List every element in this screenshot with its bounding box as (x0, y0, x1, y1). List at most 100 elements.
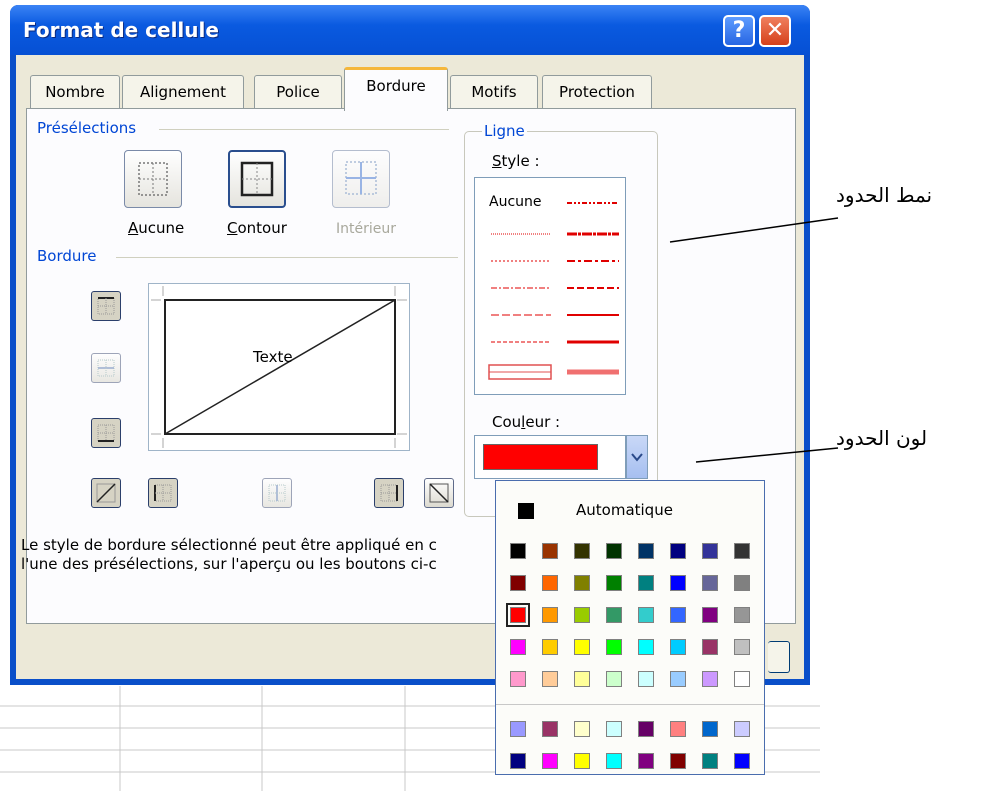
color-swatch[interactable] (606, 543, 622, 559)
color-swatch[interactable] (670, 575, 686, 591)
color-swatch[interactable] (574, 671, 590, 687)
color-swatch[interactable] (510, 753, 526, 769)
border-diagonal-up-button[interactable] (91, 478, 121, 508)
color-swatch[interactable] (670, 639, 686, 655)
color-swatch[interactable] (574, 639, 590, 655)
color-swatch[interactable] (702, 753, 718, 769)
line-color-dropdown[interactable] (474, 435, 626, 479)
color-swatch[interactable] (734, 543, 750, 559)
border-top-button[interactable] (91, 291, 121, 321)
automatic-color-label[interactable]: Automatique (576, 501, 673, 519)
border-middle-horizontal-button[interactable] (91, 353, 121, 383)
tab-police[interactable]: Police (254, 75, 342, 109)
tab-bordure[interactable]: Bordure (344, 67, 448, 111)
color-swatch[interactable] (670, 543, 686, 559)
color-swatch[interactable] (702, 575, 718, 591)
border-left-button[interactable] (148, 478, 178, 508)
tab-label: Alignement (139, 83, 227, 101)
color-swatch[interactable] (638, 753, 654, 769)
preset-outline-icon (240, 161, 274, 197)
border-right-button[interactable] (374, 478, 404, 508)
color-swatch[interactable] (670, 753, 686, 769)
border-diagonal-down-button[interactable] (424, 478, 454, 508)
color-dropdown-arrow[interactable] (626, 435, 648, 479)
color-swatch[interactable] (734, 639, 750, 655)
color-swatch[interactable] (638, 543, 654, 559)
color-swatch[interactable] (702, 543, 718, 559)
color-swatch[interactable] (510, 671, 526, 687)
color-swatch[interactable] (734, 607, 750, 623)
tab-protection[interactable]: Protection (542, 75, 652, 109)
color-swatch[interactable] (606, 721, 622, 737)
chevron-down-icon (631, 453, 643, 462)
color-swatch[interactable] (734, 721, 750, 737)
border-left-icon (154, 484, 172, 502)
color-swatch[interactable] (606, 753, 622, 769)
color-swatch[interactable] (734, 753, 750, 769)
color-swatch[interactable] (542, 671, 558, 687)
color-swatch[interactable] (702, 639, 718, 655)
help-icon: ? (732, 18, 746, 43)
close-button[interactable]: ✕ (759, 15, 791, 47)
preset-inside-button[interactable] (332, 150, 390, 208)
color-swatch[interactable] (670, 671, 686, 687)
color-swatch[interactable] (606, 639, 622, 655)
color-swatch[interactable] (510, 575, 526, 591)
border-middle-vertical-button[interactable] (262, 478, 292, 508)
color-swatch[interactable] (542, 753, 558, 769)
color-swatch[interactable] (542, 543, 558, 559)
color-swatch[interactable] (542, 575, 558, 591)
color-swatch[interactable] (638, 607, 654, 623)
color-swatch[interactable] (638, 575, 654, 591)
color-swatch[interactable] (574, 575, 590, 591)
preset-none-button[interactable] (124, 150, 182, 208)
color-swatch[interactable] (574, 543, 590, 559)
preset-inside-label: Intérieur (336, 221, 396, 237)
color-swatch[interactable] (638, 721, 654, 737)
title-bar[interactable]: Format de cellule ? ✕ (10, 5, 810, 55)
color-swatch[interactable] (702, 671, 718, 687)
ok-button[interactable] (768, 641, 790, 673)
color-swatch[interactable] (574, 721, 590, 737)
color-swatch[interactable] (506, 603, 530, 627)
color-swatch[interactable] (702, 607, 718, 623)
automatic-color-swatch[interactable] (518, 503, 534, 519)
border-bottom-button[interactable] (91, 418, 121, 448)
border-top-icon (97, 297, 115, 315)
selected-color-swatch (483, 444, 598, 470)
tab-alignement[interactable]: Alignement (122, 75, 244, 109)
color-swatch[interactable] (670, 721, 686, 737)
color-swatch[interactable] (734, 575, 750, 591)
description-line-2: l'une des présélections, sur l'aperçu ou… (21, 555, 437, 573)
tab-motifs[interactable]: Motifs (450, 75, 538, 109)
dialog-title: Format de cellule (23, 18, 219, 42)
border-preview[interactable]: Texte (148, 283, 410, 451)
color-swatch[interactable] (670, 607, 686, 623)
border-title: Bordure (37, 247, 97, 265)
color-swatch[interactable] (606, 671, 622, 687)
color-swatch[interactable] (574, 607, 590, 623)
color-swatch[interactable] (542, 721, 558, 737)
color-swatch[interactable] (510, 639, 526, 655)
line-style-list[interactable]: Aucune (474, 177, 626, 395)
palette-divider (496, 704, 764, 705)
color-swatch[interactable] (510, 543, 526, 559)
presets-title: Présélections (37, 119, 137, 137)
color-swatch[interactable] (542, 607, 558, 623)
border-middle-horizontal-icon (97, 359, 115, 377)
color-swatch[interactable] (638, 671, 654, 687)
color-swatch[interactable] (734, 671, 750, 687)
color-swatch[interactable] (542, 639, 558, 655)
tab-nombre[interactable]: Nombre (30, 75, 120, 109)
color-swatch[interactable] (510, 721, 526, 737)
preset-none-label: Aucune (128, 219, 185, 237)
border-bottom-icon (97, 424, 115, 442)
color-swatch[interactable] (638, 639, 654, 655)
tab-label: Nombre (45, 83, 105, 101)
color-swatch[interactable] (606, 607, 622, 623)
color-swatch[interactable] (574, 753, 590, 769)
color-swatch[interactable] (702, 721, 718, 737)
help-button[interactable]: ? (723, 15, 755, 47)
preset-outline-button[interactable] (228, 150, 286, 208)
color-swatch[interactable] (606, 575, 622, 591)
